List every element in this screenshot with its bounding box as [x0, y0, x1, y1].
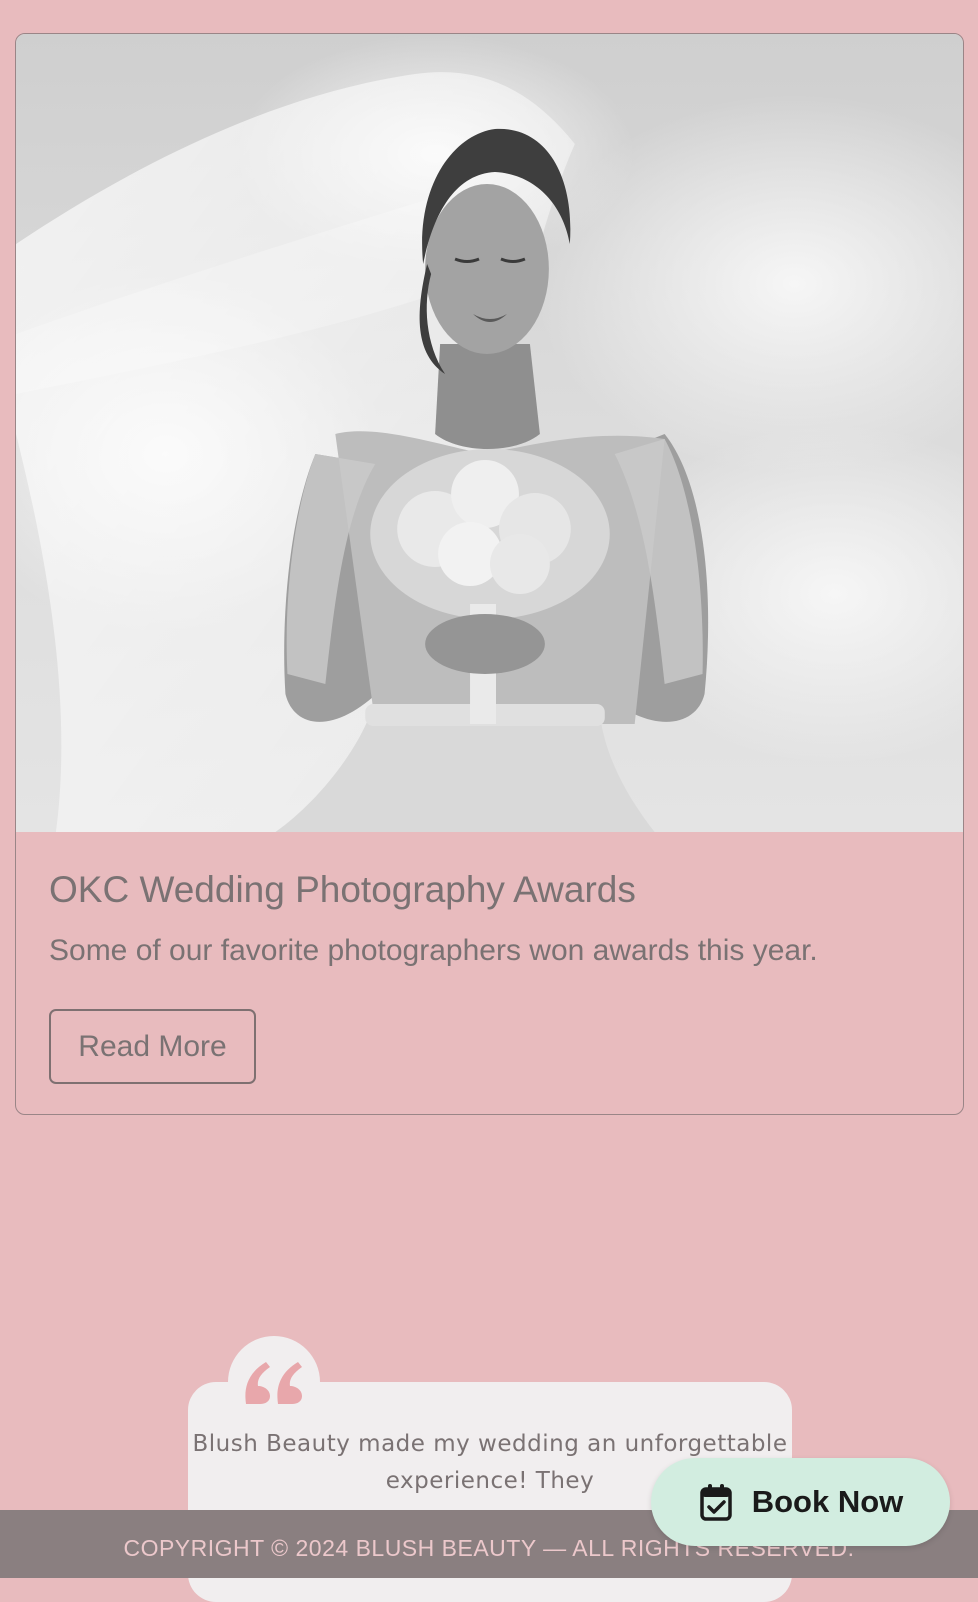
read-more-button[interactable]: Read More	[49, 1009, 256, 1084]
card-description: Some of our favorite photographers won a…	[49, 934, 818, 967]
book-now-label: Book Now	[751, 1484, 904, 1519]
bride-photo	[16, 34, 963, 832]
book-now-button[interactable]: Book Now	[651, 1458, 950, 1546]
calendar-check-icon	[698, 1483, 734, 1521]
news-card: OKC Wedding Photography Awards Some of o…	[15, 33, 964, 1115]
quote-icon	[245, 1362, 302, 1404]
quote-badge	[228, 1336, 320, 1428]
card-title: OKC Wedding Photography Awards	[49, 869, 636, 910]
